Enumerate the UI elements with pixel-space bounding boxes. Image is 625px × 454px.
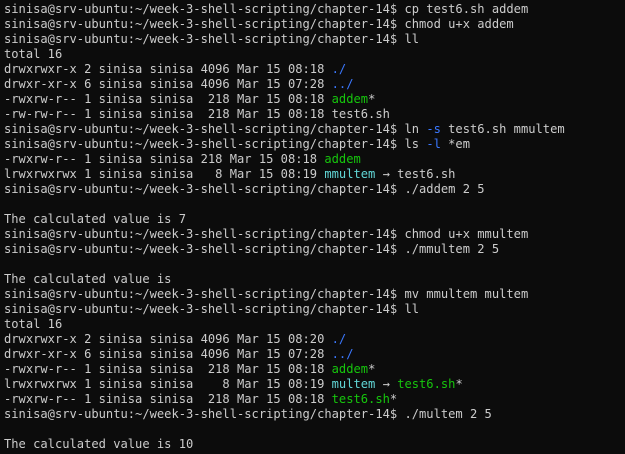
terminal-text: drwxrwxr-x 2 sinisa sinisa 4096 Mar 15 0… [4, 332, 332, 346]
terminal-text: ../ [331, 77, 354, 91]
terminal-text: sinisa@srv-ubuntu:~/week-3-shell-scripti… [4, 137, 427, 151]
terminal-text: -l [426, 137, 441, 151]
terminal-text: → [375, 377, 398, 391]
terminal-text: The calculated value is 7 [4, 212, 187, 226]
terminal-line: drwxr-xr-x 6 sinisa sinisa 4096 Mar 15 0… [4, 77, 625, 92]
terminal-output[interactable]: sinisa@srv-ubuntu:~/week-3-shell-scripti… [0, 0, 625, 454]
terminal-line: drwxr-xr-x 6 sinisa sinisa 4096 Mar 15 0… [4, 347, 625, 362]
terminal-text: * [368, 92, 376, 106]
terminal-text: lrwxrwxrwx 1 sinisa sinisa 8 Mar 15 08:1… [4, 377, 332, 391]
terminal-text: ../ [331, 347, 354, 361]
terminal-line: -rwxrw-r-- 1 sinisa sinisa 218 Mar 15 08… [4, 92, 625, 107]
terminal-line: drwxrwxr-x 2 sinisa sinisa 4096 Mar 15 0… [4, 62, 625, 77]
terminal-line: sinisa@srv-ubuntu:~/week-3-shell-scripti… [4, 302, 625, 317]
terminal-line: -rwxrw-r-- 1 sinisa sinisa 218 Mar 15 08… [4, 392, 625, 407]
terminal-line: total 16 [4, 317, 625, 332]
terminal-line: The calculated value is [4, 272, 625, 287]
terminal-text: → test6.sh [375, 167, 456, 181]
terminal-line: drwxrwxr-x 2 sinisa sinisa 4096 Mar 15 0… [4, 332, 625, 347]
terminal-text: sinisa@srv-ubuntu:~/week-3-shell-scripti… [4, 182, 485, 196]
terminal-line: sinisa@srv-ubuntu:~/week-3-shell-scripti… [4, 242, 625, 257]
terminal-text: total 16 [4, 47, 63, 61]
terminal-text: drwxr-xr-x 6 sinisa sinisa 4096 Mar 15 0… [4, 77, 332, 91]
terminal-text: mmultem [324, 167, 376, 181]
terminal-text: sinisa@srv-ubuntu:~/week-3-shell-scripti… [4, 407, 492, 421]
terminal-text: -rw-rw-r-- 1 sinisa sinisa 218 Mar 15 08… [4, 107, 390, 121]
terminal-line: lrwxrwxrwx 1 sinisa sinisa 8 Mar 15 08:1… [4, 167, 625, 182]
terminal-text: The calculated value is [4, 272, 172, 286]
terminal-line: sinisa@srv-ubuntu:~/week-3-shell-scripti… [4, 287, 625, 302]
terminal-text: test6.sh [397, 377, 456, 391]
terminal-text: sinisa@srv-ubuntu:~/week-3-shell-scripti… [4, 122, 427, 136]
terminal-line: The calculated value is 10 [4, 437, 625, 452]
terminal-line: sinisa@srv-ubuntu:~/week-3-shell-scripti… [4, 407, 625, 422]
terminal-text: multem [331, 377, 376, 391]
terminal-line: -rwxrw-r-- 1 sinisa sinisa 218 Mar 15 08… [4, 152, 625, 167]
terminal-text: test6.sh [331, 392, 390, 406]
terminal-line: lrwxrwxrwx 1 sinisa sinisa 8 Mar 15 08:1… [4, 377, 625, 392]
terminal-text: -rwxrw-r-- 1 sinisa sinisa 218 Mar 15 08… [4, 152, 325, 166]
terminal-line: sinisa@srv-ubuntu:~/week-3-shell-scripti… [4, 182, 625, 197]
terminal-line: sinisa@srv-ubuntu:~/week-3-shell-scripti… [4, 137, 625, 152]
terminal-text: drwxr-xr-x 6 sinisa sinisa 4096 Mar 15 0… [4, 347, 332, 361]
terminal-text: sinisa@srv-ubuntu:~/week-3-shell-scripti… [4, 2, 529, 16]
terminal-text: lrwxrwxrwx 1 sinisa sinisa 8 Mar 15 08:1… [4, 167, 325, 181]
terminal-text: drwxrwxr-x 2 sinisa sinisa 4096 Mar 15 0… [4, 62, 332, 76]
terminal-text: total 16 [4, 317, 63, 331]
terminal-text: addem [331, 362, 369, 376]
terminal-text: * [455, 377, 463, 391]
terminal-text: addem [331, 92, 369, 106]
terminal-line: -rwxrw-r-- 1 sinisa sinisa 218 Mar 15 08… [4, 362, 625, 377]
terminal-text: sinisa@srv-ubuntu:~/week-3-shell-scripti… [4, 302, 420, 316]
terminal-text: addem [324, 152, 361, 166]
terminal-text: -rwxrw-r-- 1 sinisa sinisa 218 Mar 15 08… [4, 92, 332, 106]
terminal-text: sinisa@srv-ubuntu:~/week-3-shell-scripti… [4, 242, 500, 256]
terminal-text: sinisa@srv-ubuntu:~/week-3-shell-scripti… [4, 227, 529, 241]
terminal-text: ./ [331, 62, 347, 76]
terminal-line: sinisa@srv-ubuntu:~/week-3-shell-scripti… [4, 122, 625, 137]
terminal-text: * [389, 392, 398, 406]
terminal-line: -rw-rw-r-- 1 sinisa sinisa 218 Mar 15 08… [4, 107, 625, 122]
terminal-text: test6.sh mmultem [440, 122, 565, 136]
terminal-line: total 16 [4, 47, 625, 62]
terminal-line: sinisa@srv-ubuntu:~/week-3-shell-scripti… [4, 2, 625, 17]
terminal-text: * [368, 362, 376, 376]
terminal-text: -rwxrw-r-- 1 sinisa sinisa 218 Mar 15 08… [4, 392, 332, 406]
terminal-line: sinisa@srv-ubuntu:~/week-3-shell-scripti… [4, 32, 625, 47]
terminal-text: sinisa@srv-ubuntu:~/week-3-shell-scripti… [4, 287, 529, 301]
terminal-line: The calculated value is 7 [4, 212, 625, 227]
terminal-line: sinisa@srv-ubuntu:~/week-3-shell-scripti… [4, 17, 625, 32]
terminal-text: ./ [331, 332, 347, 346]
terminal-text: sinisa@srv-ubuntu:~/week-3-shell-scripti… [4, 17, 514, 31]
terminal-text: sinisa@srv-ubuntu:~/week-3-shell-scripti… [4, 32, 420, 46]
terminal-line: sinisa@srv-ubuntu:~/week-3-shell-scripti… [4, 227, 625, 242]
terminal-text: -s [426, 122, 441, 136]
terminal-text: -rwxrw-r-- 1 sinisa sinisa 218 Mar 15 08… [4, 362, 332, 376]
terminal-text: The calculated value is 10 [4, 437, 194, 451]
terminal-text: *em [440, 137, 470, 151]
